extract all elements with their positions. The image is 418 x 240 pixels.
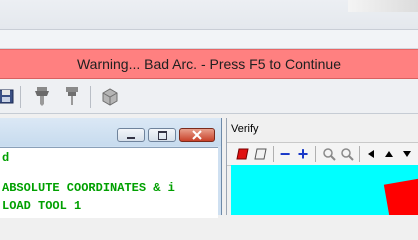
zoom-in-icon[interactable] bbox=[339, 146, 355, 162]
minimize-button[interactable] bbox=[117, 128, 145, 142]
title-strip bbox=[348, 0, 418, 12]
top-frame bbox=[0, 0, 418, 30]
toolbar-separator bbox=[90, 86, 91, 108]
verify-separator bbox=[359, 146, 360, 162]
arrow-left-icon[interactable] bbox=[363, 146, 379, 162]
verify-separator bbox=[273, 146, 274, 162]
arrow-down-icon[interactable] bbox=[399, 146, 415, 162]
minimize-icon bbox=[127, 136, 135, 139]
zoom-out-icon[interactable] bbox=[321, 146, 337, 162]
close-button[interactable] bbox=[179, 128, 215, 142]
warning-bar: Warning... Bad Arc. - Press F5 to Contin… bbox=[0, 49, 418, 79]
menu-band bbox=[0, 30, 418, 49]
verify-toolbar: − + bbox=[227, 142, 418, 166]
verify-window: Verify − + bbox=[226, 118, 418, 215]
program-window-titlebar bbox=[0, 118, 221, 146]
tool-probe-icon[interactable] bbox=[60, 84, 84, 108]
stock-solid bbox=[383, 177, 418, 215]
tool-holder-icon[interactable] bbox=[30, 84, 54, 108]
restore-icon bbox=[157, 130, 167, 140]
code-line: ABSOLUTE COORDINATES & i bbox=[2, 181, 175, 195]
verify-window-title: Verify bbox=[231, 123, 259, 135]
warning-message: Warning... Bad Arc. - Press F5 to Contin… bbox=[76, 56, 342, 72]
main-toolbar bbox=[0, 80, 418, 114]
eraser-icon[interactable] bbox=[253, 146, 269, 162]
minus-icon[interactable]: − bbox=[277, 144, 293, 164]
arrow-up-icon[interactable] bbox=[381, 146, 397, 162]
program-window: d ABSOLUTE COORDINATES & i LOAD TOOL 1 bbox=[0, 118, 222, 218]
code-line: LOAD TOOL 1 bbox=[2, 199, 82, 213]
code-editor[interactable]: d ABSOLUTE COORDINATES & i LOAD TOOL 1 bbox=[0, 147, 218, 218]
save-icon[interactable] bbox=[0, 84, 18, 108]
verify-canvas[interactable] bbox=[231, 165, 418, 215]
code-line: d bbox=[2, 151, 10, 165]
cycle-icon[interactable] bbox=[98, 84, 122, 108]
plus-icon[interactable]: + bbox=[295, 144, 311, 164]
close-icon bbox=[192, 130, 202, 140]
toolbar-separator bbox=[20, 86, 21, 108]
solid-red-icon[interactable] bbox=[235, 146, 251, 162]
restore-button[interactable] bbox=[148, 128, 176, 142]
verify-separator bbox=[315, 146, 316, 162]
